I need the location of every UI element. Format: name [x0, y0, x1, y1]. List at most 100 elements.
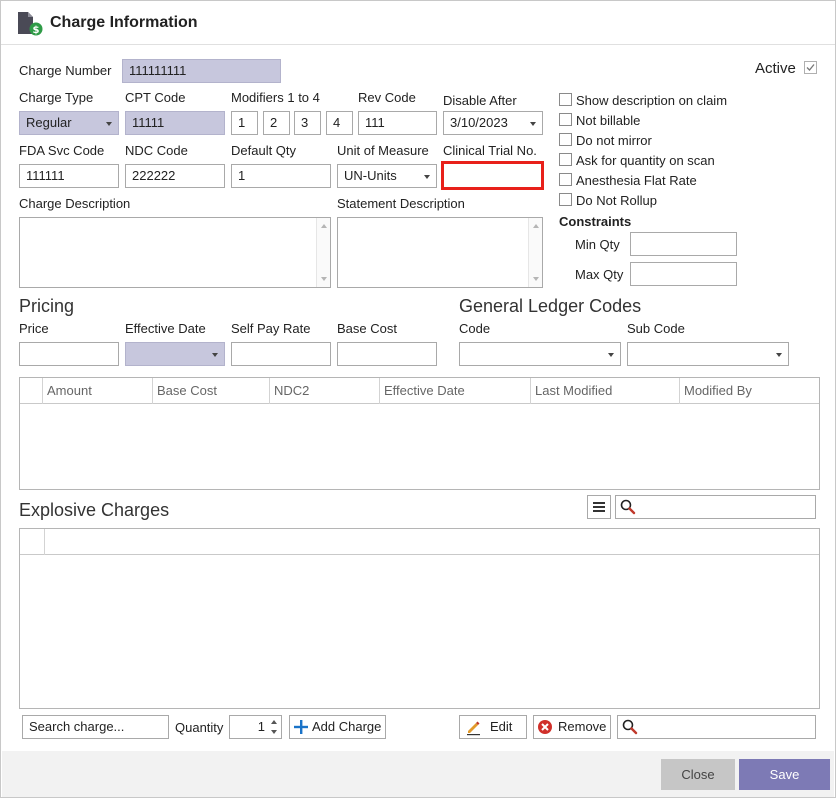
save-button[interactable]: Save — [739, 759, 830, 790]
scroll-up-icon — [321, 224, 327, 228]
effective-date-label: Effective Date — [125, 321, 206, 336]
column-header-modified-by[interactable]: Modified By — [679, 378, 819, 404]
ndc-code-label: NDC Code — [125, 143, 188, 158]
ask-quantity-checkbox[interactable] — [559, 153, 572, 166]
disable-after-value: 3/10/2023 — [450, 115, 508, 130]
menu-icon — [593, 502, 605, 512]
document-dollar-icon: $ — [18, 12, 43, 36]
clinical-trial-label: Clinical Trial No. — [443, 143, 537, 158]
gl-sub-code-dropdown[interactable] — [627, 342, 789, 366]
unit-of-measure-dropdown[interactable]: UN-Units — [337, 164, 437, 188]
anesthesia-flat-rate-label: Anesthesia Flat Rate — [576, 173, 697, 188]
base-cost-field[interactable] — [337, 342, 437, 366]
modifier-1-field[interactable]: 1 — [231, 111, 258, 135]
do-not-mirror-checkbox[interactable] — [559, 133, 572, 146]
do-not-rollup-checkbox[interactable] — [559, 193, 572, 206]
rev-code-field[interactable]: 111 — [358, 111, 437, 135]
gl-sub-code-label: Sub Code — [627, 321, 685, 336]
pricing-grid[interactable]: Amount Base Cost NDC2 Effective Date Las… — [19, 377, 820, 490]
chevron-down-icon — [212, 353, 218, 357]
add-charge-button[interactable]: Add Charge — [289, 715, 386, 739]
unit-of-measure-value: UN-Units — [344, 168, 397, 183]
anesthesia-flat-rate-checkbox[interactable] — [559, 173, 572, 186]
remove-label: Remove — [558, 719, 607, 734]
svg-text:$: $ — [33, 25, 40, 36]
edit-button[interactable]: Edit — [459, 715, 527, 739]
column-header-effective-date[interactable]: Effective Date — [379, 378, 530, 404]
column-chooser-button[interactable] — [587, 495, 611, 519]
charge-information-window: $ Charge Information Charge Number 11111… — [0, 0, 836, 798]
search-icon — [620, 499, 636, 515]
clinical-trial-field[interactable] — [441, 161, 544, 190]
fda-svc-code-field[interactable]: 111111 — [19, 164, 119, 188]
pencil-icon — [467, 721, 480, 736]
charge-type-dropdown[interactable]: Regular — [19, 111, 119, 135]
charge-type-value: Regular — [26, 115, 72, 130]
do-not-rollup-label: Do Not Rollup — [576, 193, 657, 208]
quantity-label: Quantity — [175, 720, 224, 735]
explosive-charges-grid[interactable] — [19, 528, 820, 709]
column-header-base-cost[interactable]: Base Cost — [152, 378, 269, 404]
explosive-search-input[interactable] — [615, 495, 816, 519]
remove-button[interactable]: Remove — [533, 715, 611, 739]
ndc-code-field[interactable]: 222222 — [125, 164, 225, 188]
modifiers-label: Modifiers 1 to 4 — [231, 90, 320, 105]
ask-quantity-label: Ask for quantity on scan — [576, 153, 715, 168]
explosive-charges-heading: Explosive Charges — [19, 500, 170, 520]
rev-code-label: Rev Code — [358, 90, 416, 105]
gl-code-label: Code — [459, 321, 491, 336]
chevron-down-icon — [106, 122, 112, 126]
default-qty-label: Default Qty — [231, 143, 297, 158]
charges-filter-input[interactable] — [617, 715, 816, 739]
close-button[interactable]: Close — [661, 759, 735, 790]
effective-date-dropdown[interactable] — [125, 342, 225, 366]
gl-code-dropdown[interactable] — [459, 342, 621, 366]
price-field[interactable] — [19, 342, 119, 366]
cpt-code-label: CPT Code — [125, 90, 186, 105]
show-description-label: Show description on claim — [576, 93, 728, 108]
statement-description-scrollbar[interactable] — [528, 218, 542, 287]
unit-of-measure-label: Unit of Measure — [337, 143, 429, 158]
column-header-blank — [44, 529, 819, 555]
charge-number-field[interactable]: 111111111 — [122, 59, 281, 83]
explosive-grid-header — [20, 529, 819, 555]
gl-codes-heading: General Ledger Codes — [459, 296, 642, 316]
disable-after-label: Disable After — [443, 93, 517, 108]
column-header-ndc2[interactable]: NDC2 — [269, 378, 379, 404]
fda-svc-code-label: FDA Svc Code — [19, 143, 105, 158]
chevron-down-icon — [608, 353, 614, 357]
default-qty-field[interactable]: 1 — [231, 164, 331, 188]
modifier-2-field[interactable]: 2 — [263, 111, 290, 135]
not-billable-label: Not billable — [576, 113, 641, 128]
modifier-3-field[interactable]: 3 — [294, 111, 321, 135]
not-billable-checkbox[interactable] — [559, 113, 572, 126]
quantity-stepper[interactable]: 1 — [229, 715, 282, 739]
disable-after-datepicker[interactable]: 3/10/2023 — [443, 111, 543, 135]
statement-description-label: Statement Description — [337, 196, 465, 211]
max-qty-field[interactable] — [630, 262, 737, 286]
charge-type-label: Charge Type — [19, 90, 94, 105]
pricing-heading: Pricing — [19, 296, 75, 316]
min-qty-field[interactable] — [630, 232, 737, 256]
min-qty-label: Min Qty — [575, 237, 620, 252]
active-checkbox[interactable] — [804, 61, 817, 74]
active-label: Active — [755, 60, 796, 77]
self-pay-rate-field[interactable] — [231, 342, 331, 366]
chevron-down-icon — [530, 122, 536, 126]
check-icon — [806, 64, 815, 71]
show-description-checkbox[interactable] — [559, 93, 572, 106]
add-charge-label: Add Charge — [312, 719, 382, 734]
scroll-down-icon — [321, 277, 327, 281]
column-header-amount[interactable]: Amount — [42, 378, 152, 404]
edit-label: Edit — [490, 719, 513, 734]
charge-description-textarea[interactable] — [19, 217, 331, 288]
column-header-last-modified[interactable]: Last Modified — [530, 378, 679, 404]
modifier-4-field[interactable]: 4 — [326, 111, 353, 135]
cpt-code-field[interactable]: 11111 — [125, 111, 225, 135]
charge-description-scrollbar[interactable] — [316, 218, 330, 287]
plus-icon — [294, 720, 308, 734]
constraints-heading: Constraints — [559, 214, 632, 229]
search-charge-input[interactable]: Search charge... — [22, 715, 169, 739]
price-label: Price — [19, 321, 49, 336]
statement-description-textarea[interactable] — [337, 217, 543, 288]
